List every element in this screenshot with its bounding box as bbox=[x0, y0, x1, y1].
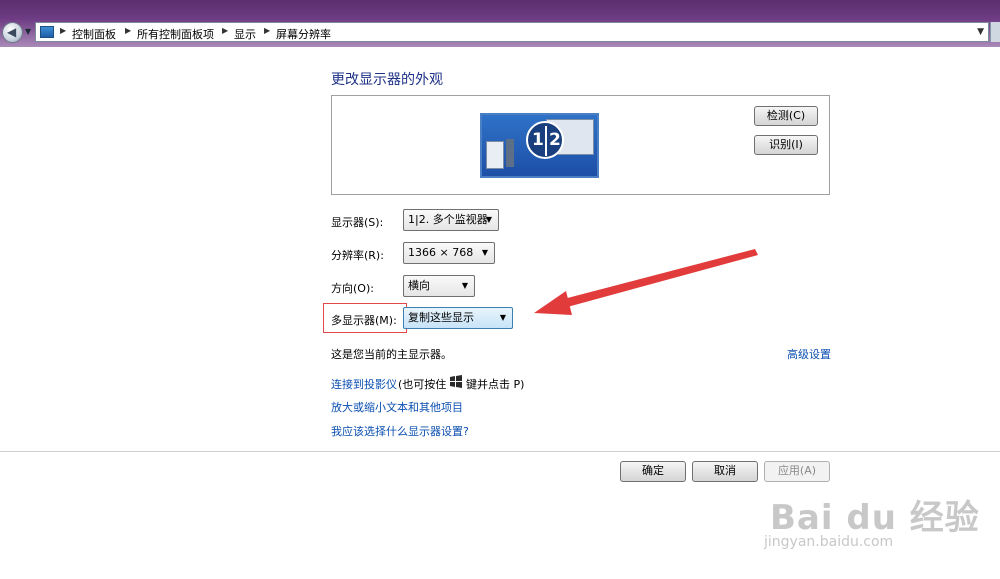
identify-button[interactable]: 识别(I) bbox=[754, 135, 818, 155]
breadcrumb-chevron-icon[interactable]: ▶ bbox=[222, 26, 228, 35]
resolution-select[interactable]: 1366 × 768 ▼ bbox=[403, 242, 495, 264]
which-settings-link[interactable]: 我应该选择什么显示器设置? bbox=[331, 423, 469, 439]
detect-button[interactable]: 检测(C) bbox=[754, 106, 818, 126]
monitor-number-badge: 1 2 bbox=[526, 121, 564, 159]
text-size-link[interactable]: 放大或缩小文本和其他项目 bbox=[331, 399, 463, 415]
display-select-value: 1|2. 多个监视器 bbox=[408, 213, 488, 226]
watermark-logo-text: Bai du 经验 bbox=[770, 498, 980, 538]
cancel-button[interactable]: 取消 bbox=[692, 461, 758, 482]
window-edge bbox=[990, 22, 1000, 42]
projector-hint-text: (也可按住 bbox=[398, 378, 447, 391]
back-arrow-icon: ◀ bbox=[7, 25, 17, 39]
breadcrumb-all-items[interactable]: 所有控制面板项 bbox=[137, 26, 214, 42]
mini-window-graphic bbox=[486, 141, 504, 169]
multi-display-select[interactable]: 复制这些显示 ▼ bbox=[403, 307, 513, 329]
chevron-down-icon: ▼ bbox=[499, 313, 506, 322]
breadcrumb-display[interactable]: 显示 bbox=[234, 26, 256, 42]
page-title: 更改显示器的外观 bbox=[331, 72, 443, 88]
address-bar[interactable]: ▶ 控制面板 ▶ 所有控制面板项 ▶ 显示 ▶ 屏幕分辨率 ▼ bbox=[35, 22, 989, 42]
orientation-select-value: 横向 bbox=[408, 279, 430, 292]
monitor-divider bbox=[545, 126, 547, 156]
annotation-arrow-icon bbox=[534, 249, 758, 315]
monitor-preview-panel: 1 2 检测(C) 识别(I) bbox=[331, 95, 830, 195]
advanced-settings-link[interactable]: 高级设置 bbox=[787, 346, 831, 362]
display-label: 显示器(S): bbox=[331, 216, 384, 229]
back-button[interactable]: ◀ bbox=[2, 22, 23, 43]
windows-logo-icon bbox=[450, 375, 462, 388]
ok-button[interactable]: 确定 bbox=[620, 461, 686, 482]
breadcrumb-chevron-icon[interactable]: ▶ bbox=[125, 26, 131, 35]
chevron-down-icon: ▼ bbox=[461, 281, 468, 290]
resolution-label: 分辨率(R): bbox=[331, 249, 384, 262]
baidu-watermark: Bai du 经验 jingyan.baidu.com bbox=[764, 490, 980, 550]
watermark-url: jingyan.baidu.com bbox=[764, 534, 894, 550]
recent-pages-dropdown-icon[interactable]: ▼ bbox=[25, 27, 31, 36]
resolution-select-value: 1366 × 768 bbox=[408, 246, 474, 259]
monitor-number-2: 2 bbox=[549, 130, 561, 150]
multi-display-select-value: 复制这些显示 bbox=[408, 311, 474, 324]
apply-button[interactable]: 应用(A) bbox=[764, 461, 830, 482]
footer-divider bbox=[0, 451, 1000, 452]
multi-display-label: 多显示器(M): bbox=[331, 314, 397, 327]
primary-display-text: 这是您当前的主显示器。 bbox=[331, 348, 452, 361]
display-select[interactable]: 1|2. 多个监视器 ▼ bbox=[403, 209, 499, 231]
monitor-icon[interactable]: 1 2 bbox=[480, 113, 599, 178]
orientation-label: 方向(O): bbox=[331, 282, 374, 295]
breadcrumb-control-panel[interactable]: 控制面板 bbox=[72, 26, 116, 42]
orientation-select[interactable]: 横向 ▼ bbox=[403, 275, 475, 297]
mini-window-graphic bbox=[506, 139, 514, 167]
breadcrumb-chevron-icon[interactable]: ▶ bbox=[264, 26, 270, 35]
monitor-number-1: 1 bbox=[532, 130, 544, 150]
breadcrumb-screen-resolution[interactable]: 屏幕分辨率 bbox=[276, 26, 331, 42]
chevron-down-icon: ▼ bbox=[485, 215, 492, 224]
address-dropdown-icon[interactable]: ▼ bbox=[977, 27, 984, 37]
projector-hint-key-text: 键并点击 P) bbox=[466, 378, 525, 391]
chevron-down-icon: ▼ bbox=[481, 248, 488, 257]
control-panel-icon bbox=[40, 26, 54, 38]
connect-projector-link[interactable]: 连接到投影仪 bbox=[331, 376, 397, 392]
breadcrumb-chevron-icon[interactable]: ▶ bbox=[60, 26, 66, 35]
